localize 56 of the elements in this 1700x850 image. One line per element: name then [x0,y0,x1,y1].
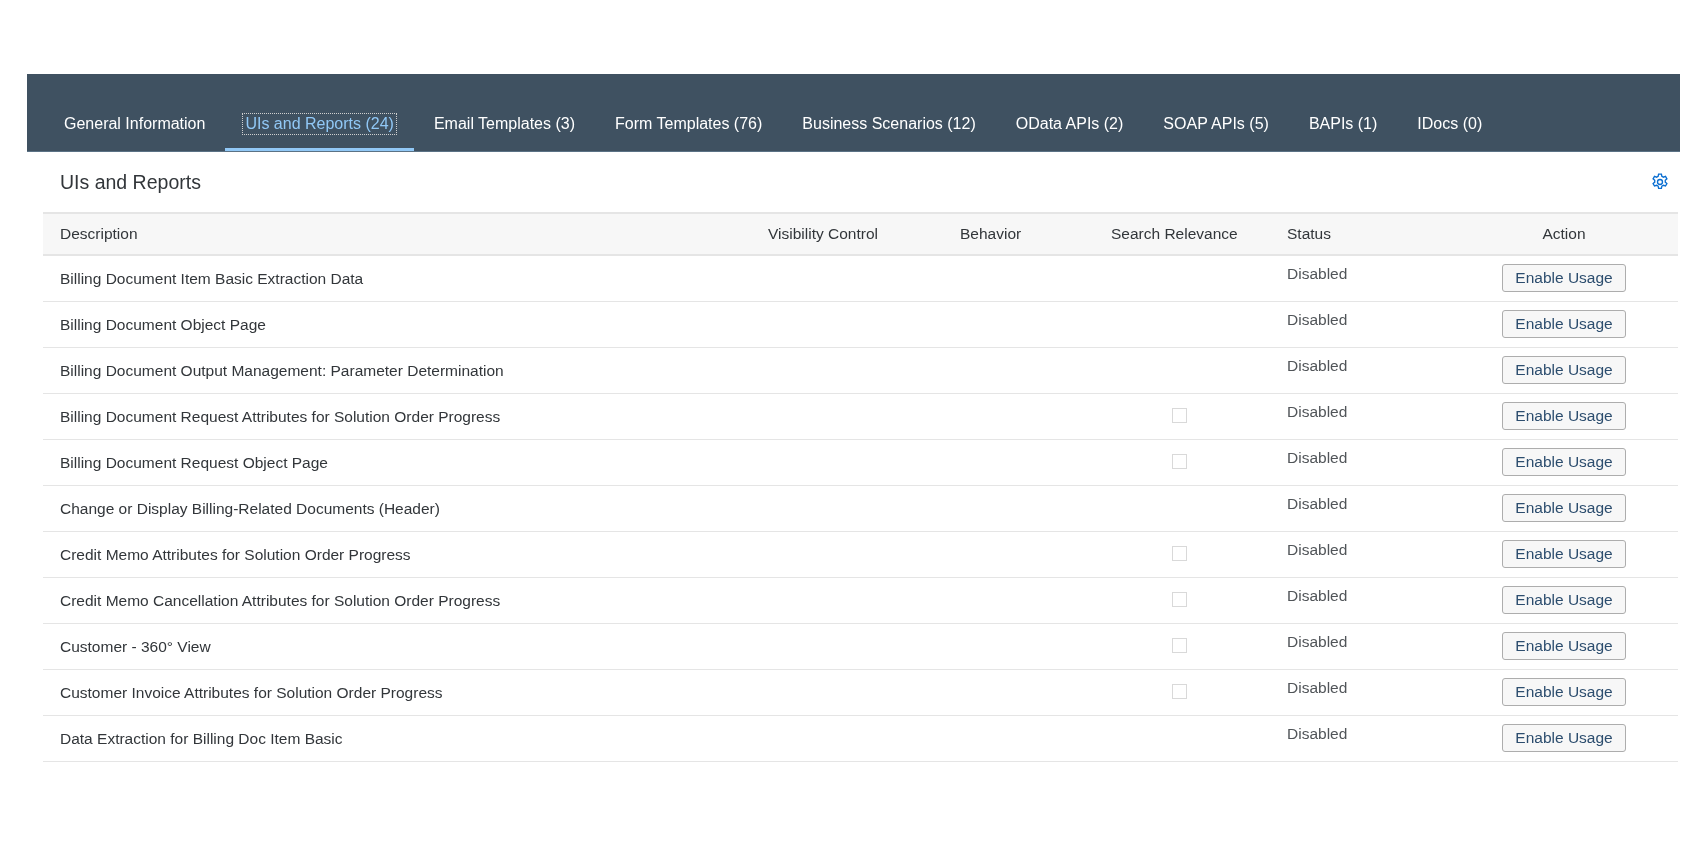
enable-usage-button[interactable]: Enable Usage [1502,264,1626,292]
enable-usage-button[interactable]: Enable Usage [1502,494,1626,522]
tab[interactable]: General Information [44,74,226,151]
status-text: Disabled [1287,357,1348,374]
table-cell: Change or Display Billing-Related Documents (Header) [60,500,440,517]
status-text: Disabled [1287,449,1348,466]
checkbox[interactable] [1172,454,1187,469]
checkbox[interactable] [1172,638,1187,653]
status-text: Disabled [1287,725,1348,742]
table-cell: Credit Memo Cancellation Attributes for Solution Order Progress [60,592,501,609]
table-cell: Credit Memo Attributes for Solution Order Progress [60,546,411,563]
table-cell: Billing Document Output Management: Parameter Determination [60,362,504,379]
enable-usage-button[interactable]: Enable Usage [1502,632,1626,660]
checkbox[interactable] [1172,408,1187,423]
status-text: Disabled [1287,633,1348,650]
enable-usage-button[interactable]: Enable Usage [1502,402,1626,430]
tab[interactable]: SOAP APIs (5) [1143,74,1289,151]
table-cell: Customer Invoice Attributes for Solution Order Progress [60,684,443,701]
column-header: Status [1287,225,1332,243]
checkbox[interactable] [1172,592,1187,607]
tab[interactable]: UIs and Reports (24) [225,74,414,151]
enable-usage-button[interactable]: Enable Usage [1502,540,1626,568]
enable-usage-button[interactable]: Enable Usage [1502,448,1626,476]
section-title: UIs and Reports [60,170,201,194]
column-header: Behavior [960,225,1023,243]
tab[interactable]: OData APIs (2) [995,74,1144,151]
status-text: Disabled [1287,403,1348,420]
checkbox[interactable] [1172,546,1187,561]
table-cell: Billing Document Request Object Page [60,454,328,471]
status-text: Disabled [1287,265,1348,282]
tab[interactable]: Email Templates (3) [413,74,595,151]
enable-usage-button[interactable]: Enable Usage [1502,586,1626,614]
status-text: Disabled [1287,541,1348,558]
enable-usage-button[interactable]: Enable Usage [1502,356,1626,384]
tab[interactable]: BAPIs (1) [1288,74,1398,151]
enable-usage-button[interactable]: Enable Usage [1502,310,1626,338]
table-cell: Billing Document Object Page [60,316,266,333]
settings-icon[interactable] [1650,172,1670,192]
status-text: Disabled [1287,679,1348,696]
table-cell: Billing Document Request Attributes for Solution Order Progress [60,408,501,425]
tab[interactable]: IDocs (0) [1397,74,1503,151]
status-text: Disabled [1287,587,1348,604]
enable-usage-button[interactable]: Enable Usage [1502,724,1626,752]
table-cell: Customer - 360° View [60,638,211,655]
column-header: Visibility Control [768,225,879,243]
status-text: Disabled [1287,495,1348,512]
tab[interactable]: Business Scenarios (12) [782,74,996,151]
status-text: Disabled [1287,311,1348,328]
column-header: Description [60,225,139,243]
table-cell: Data Extraction for Billing Doc Item Basic [60,730,343,747]
enable-usage-button[interactable]: Enable Usage [1502,678,1626,706]
tab[interactable]: Form Templates (76) [595,74,783,151]
column-header: Action [1541,225,1587,243]
table-cell: Billing Document Item Basic Extraction Data [60,270,364,287]
checkbox[interactable] [1172,684,1187,699]
column-header: Search Relevance [1111,225,1239,243]
